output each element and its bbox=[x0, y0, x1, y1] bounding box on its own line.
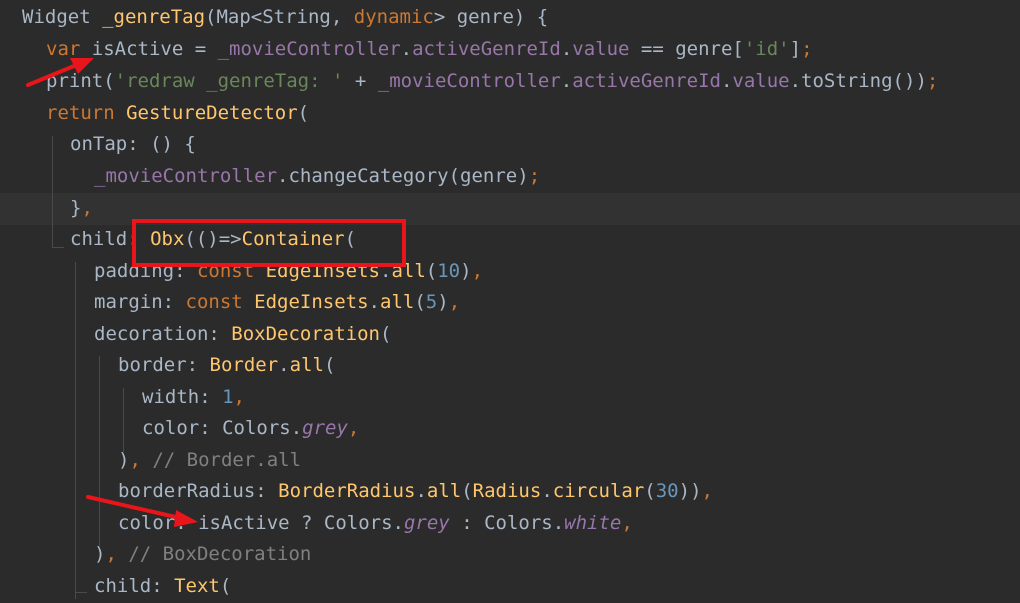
annotation-arrows bbox=[26, 58, 198, 527]
arrow-isactive-usage bbox=[86, 495, 198, 527]
arrow-isactive-declaration bbox=[26, 58, 94, 87]
